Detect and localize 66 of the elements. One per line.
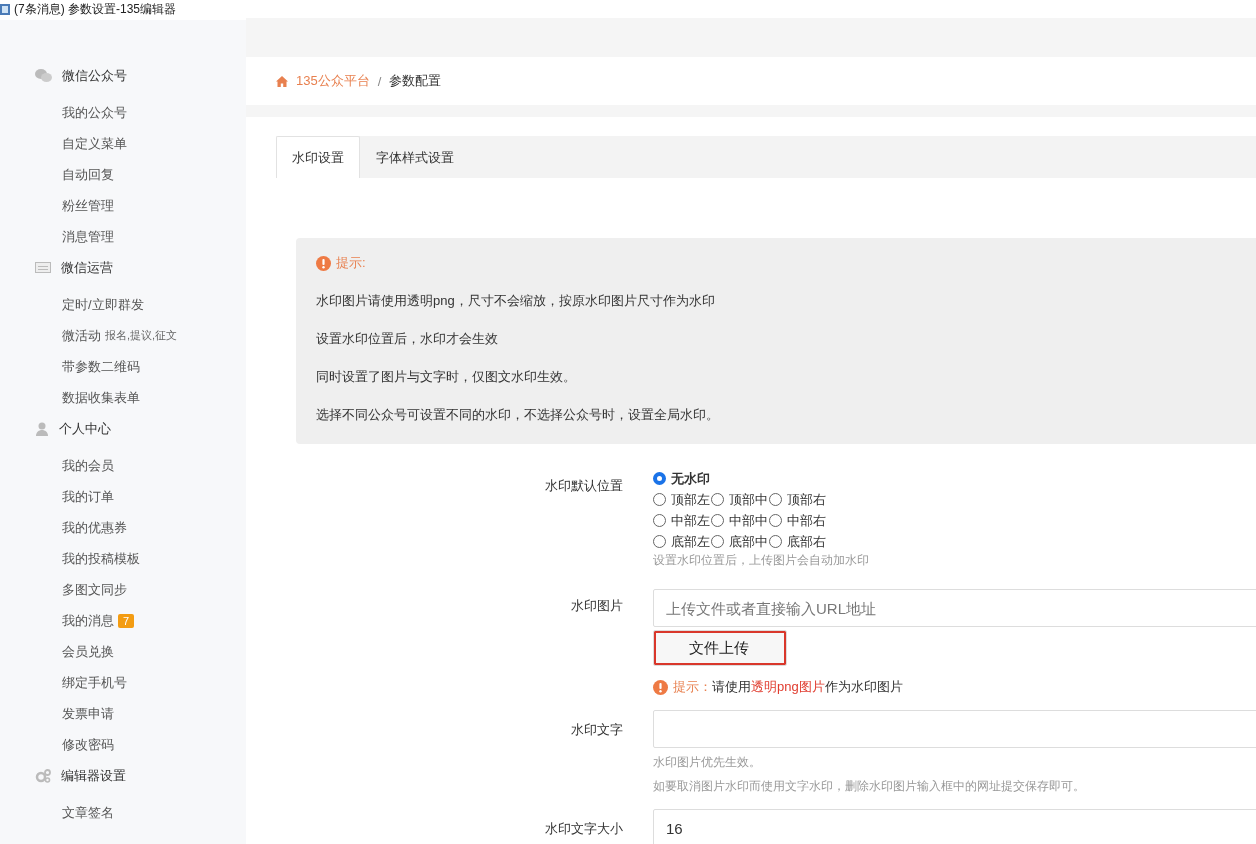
sidebar-item[interactable]: 会员兑换 <box>62 642 114 661</box>
url-input[interactable]: 上传文件或者直接输入URL地址 <box>653 589 1256 627</box>
help-text: 如要取消图片水印而使用文字水印，删除水印图片输入框中的网址提交保存即可。 <box>653 778 1086 795</box>
gears-icon <box>35 768 51 783</box>
sidebar-item[interactable]: 定时/立即群发 <box>62 295 144 314</box>
home-icon <box>276 75 288 87</box>
field-label: 水印图片 <box>570 597 623 615</box>
sidebar-item[interactable]: 带参数二维码 <box>62 357 140 376</box>
sidebar-item[interactable]: 自定义菜单 <box>62 134 127 153</box>
sidebar-item[interactable]: 微活动 <box>62 326 101 345</box>
warning-icon <box>653 679 668 695</box>
sidebar-section-title[interactable]: 个人中心 <box>59 419 111 438</box>
breadcrumb-separator: / <box>377 73 382 89</box>
notice-title: 提示: <box>336 254 366 272</box>
field-label: 水印文字 <box>570 721 623 739</box>
sidebar-section-title[interactable]: 微信运营 <box>61 258 113 277</box>
tab[interactable]: 水印设置 <box>276 136 360 178</box>
upload-button[interactable]: 文件上传 <box>653 630 787 666</box>
radio-option[interactable]: 顶部中 <box>711 490 768 509</box>
radio-option[interactable]: 底部中 <box>711 532 768 551</box>
radio-option[interactable]: 无水印 <box>653 469 710 488</box>
notice-text: 选择不同公众号可设置不同的水印，不选择公众号时，设置全局水印。 <box>316 406 720 424</box>
sidebar-section-title[interactable]: 微信公众号 <box>62 66 127 85</box>
window-title: (7条消息) 参数设置-135编辑器 <box>14 2 177 16</box>
field-label: 水印文字大小 <box>544 820 623 838</box>
chat-icon <box>35 69 52 82</box>
notice-text: 水印图片请使用透明png，尺寸不会缩放，按原水印图片尺寸作为水印 <box>316 292 716 310</box>
sidebar-item[interactable]: 发票申请 <box>62 704 114 723</box>
notice-text: 同时设置了图片与文字时，仅图文水印生效。 <box>316 368 577 386</box>
radio-option[interactable]: 顶部右 <box>769 490 826 509</box>
breadcrumb-current: 参数配置 <box>389 72 442 90</box>
sidebar-item[interactable]: 我的优惠券 <box>62 518 127 537</box>
sidebar-item[interactable]: 修改密码 <box>62 735 114 754</box>
size-input[interactable]: 16 <box>653 809 1256 844</box>
sidebar-item[interactable]: 绑定手机号 <box>62 673 127 692</box>
warning-icon <box>316 255 331 271</box>
radio-option[interactable]: 底部左 <box>653 532 710 551</box>
help-text: 设置水印位置后，上传图片会自动加水印 <box>653 552 870 569</box>
sidebar-item[interactable]: 文章签名 <box>62 803 114 822</box>
help-text: 水印图片优先生效。 <box>653 754 762 771</box>
sidebar-item-note: 报名,提议,征文 <box>105 328 178 343</box>
radio-option[interactable]: 底部右 <box>769 532 826 551</box>
sidebar-item[interactable]: 自动回复 <box>62 165 114 184</box>
field-label: 水印默认位置 <box>544 477 623 495</box>
radio-option[interactable]: 中部右 <box>769 511 826 530</box>
sidebar-item[interactable]: 粉丝管理 <box>62 196 114 215</box>
sidebar-item[interactable]: 多图文同步 <box>62 580 127 599</box>
app-icon <box>0 3 10 15</box>
count-badge: 7 <box>118 613 135 628</box>
notice-text: 设置水印位置后，水印才会生效 <box>316 330 499 348</box>
card-icon <box>35 262 51 273</box>
radio-option[interactable]: 顶部左 <box>653 490 710 509</box>
sidebar-item[interactable]: 我的会员 <box>62 456 114 475</box>
sidebar-item[interactable]: 我的投稿模板 <box>62 549 140 568</box>
hint-text: 提示：请使用透明png图片作为水印图片 <box>673 678 903 696</box>
sidebar-item[interactable]: 数据收集表单 <box>62 388 140 407</box>
sidebar-item[interactable]: 消息管理 <box>62 227 114 246</box>
text-input[interactable] <box>653 710 1256 748</box>
user-icon <box>35 421 49 436</box>
radio-option[interactable]: 中部中 <box>711 511 768 530</box>
sidebar-item[interactable]: 我的消息 <box>62 611 114 630</box>
sidebar-item[interactable]: 我的订单 <box>62 487 114 506</box>
radio-option[interactable]: 中部左 <box>653 511 710 530</box>
sidebar-section-title[interactable]: 编辑器设置 <box>61 766 126 785</box>
tab[interactable]: 字体样式设置 <box>360 136 470 178</box>
sidebar-item[interactable]: 我的公众号 <box>62 103 127 122</box>
